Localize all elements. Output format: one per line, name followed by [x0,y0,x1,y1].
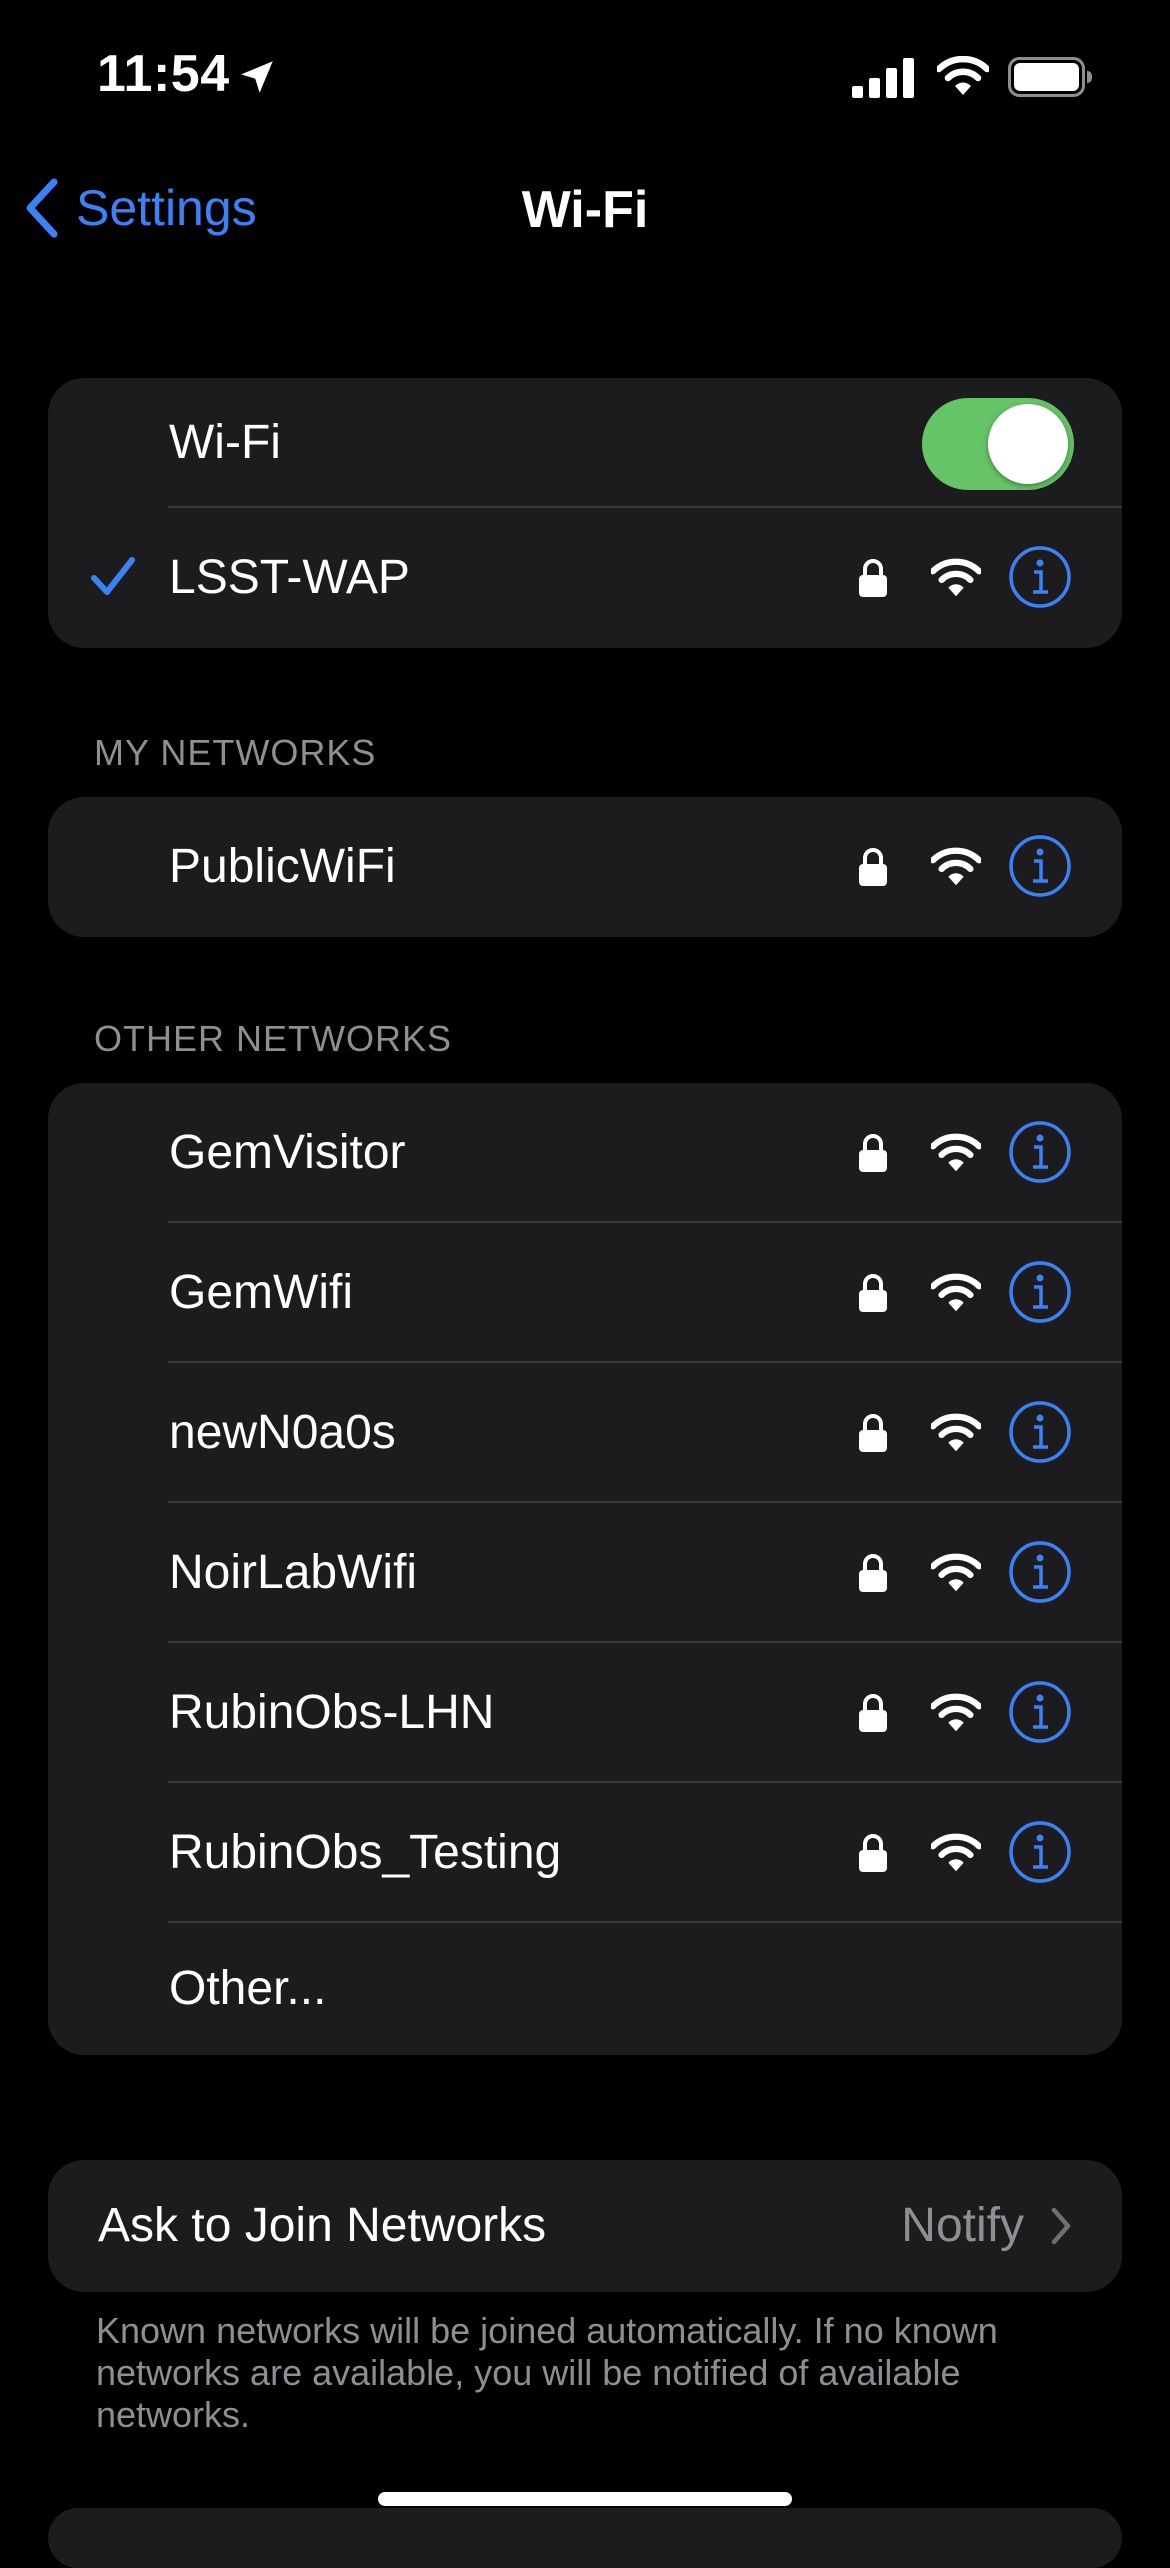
lock-icon [858,1413,888,1453]
lock-icon [858,558,888,598]
lock-icon [858,1273,888,1313]
lock-icon [858,1833,888,1873]
network-row[interactable]: PublicWiFi [48,797,1122,937]
ask-to-join-group: Ask to Join Networks Notify [48,2160,1122,2292]
ask-to-join-label: Ask to Join Networks [98,2199,547,2252]
network-row[interactable]: GemWifi [48,1223,1122,1363]
info-icon[interactable] [1008,1260,1072,1324]
wifi-icon [937,56,989,96]
ask-to-join-value: Notify [901,2199,1024,2252]
status-bar: 11:54 [0,0,1170,150]
wifi-toggle-group: Wi-Fi LSST-WAP [48,378,1122,648]
connected-network-name: LSST-WAP [169,551,410,604]
info-icon[interactable] [1008,1680,1072,1744]
lock-icon [858,1133,888,1173]
wifi-signal-icon [931,847,981,887]
ask-to-join-footnote: Known networks will be joined automatica… [96,2310,998,2435]
wifi-toggle-row: Wi-Fi [48,378,1122,508]
other-networks-header: OTHER NETWORKS [94,1018,453,1059]
wifi-signal-icon [931,1693,981,1733]
wifi-signal-icon [931,1833,981,1873]
cellular-signal-icon [852,58,914,98]
network-row[interactable]: NoirLabWifi [48,1503,1122,1643]
info-icon[interactable] [1008,1820,1072,1884]
network-name: PublicWiFi [169,840,396,893]
info-icon[interactable] [1008,1400,1072,1464]
ask-to-join-row[interactable]: Ask to Join Networks Notify [48,2160,1122,2292]
info-icon[interactable] [1008,1540,1072,1604]
info-icon[interactable] [1008,1120,1072,1184]
page-title: Wi-Fi [521,181,649,239]
wifi-toggle-switch[interactable] [922,398,1074,490]
checkmark-icon [90,556,136,598]
other-network-label: Other... [169,1962,327,2015]
network-row[interactable]: RubinObs-LHN [48,1643,1122,1783]
network-name: NoirLabWifi [169,1546,418,1599]
status-time: 11:54 [97,45,230,103]
wifi-toggle-label: Wi-Fi [169,416,281,469]
wifi-signal-icon [931,1133,981,1173]
my-networks-header: MY NETWORKS [94,732,377,773]
other-networks-group: GemVisitor GemWifi newN0a0s NoirLabWifi … [48,1083,1122,2055]
network-name: RubinObs-LHN [169,1686,495,1739]
chevron-right-icon [1050,2206,1072,2246]
info-icon[interactable] [1008,834,1072,898]
lock-icon [858,1693,888,1733]
network-name: RubinObs_Testing [169,1826,562,1879]
battery-icon [1008,57,1092,97]
wifi-signal-icon [931,1553,981,1593]
network-row[interactable]: newN0a0s [48,1363,1122,1503]
wifi-signal-icon [931,1273,981,1313]
my-networks-group: PublicWiFi [48,797,1122,937]
network-row[interactable]: RubinObs_Testing [48,1783,1122,1923]
lock-icon [858,1553,888,1593]
lock-icon [858,847,888,887]
info-icon[interactable] [1008,545,1072,609]
wifi-signal-icon [931,558,981,598]
wifi-signal-icon [931,1413,981,1453]
network-row[interactable]: GemVisitor [48,1083,1122,1223]
toggle-knob [988,404,1068,484]
network-name: GemVisitor [169,1126,406,1179]
other-network-row[interactable]: Other... [48,1923,1122,2055]
location-arrow-icon [236,56,278,98]
network-name: GemWifi [169,1266,353,1319]
connected-network-row[interactable]: LSST-WAP [48,508,1122,648]
next-settings-group [48,2508,1122,2568]
network-name: newN0a0s [169,1406,396,1459]
home-indicator[interactable] [378,2492,792,2506]
